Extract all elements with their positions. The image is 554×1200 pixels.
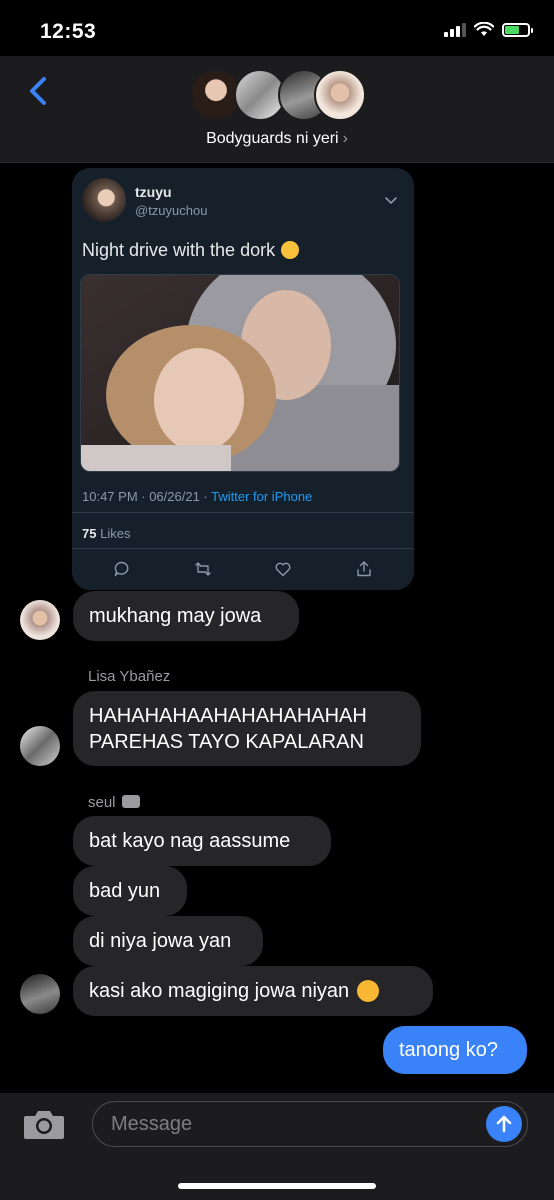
message-bubble[interactable]: kasi ako magiging jowa niyan: [73, 966, 433, 1016]
chevron-left-icon[interactable]: [22, 74, 56, 108]
arrow-up-icon: [496, 1115, 512, 1133]
message-bubble[interactable]: mukhang may jowa: [73, 591, 299, 641]
home-indicator: [178, 1183, 376, 1189]
message-bubble[interactable]: bat kayo nag aassume: [73, 816, 331, 866]
tweet-author-avatar: [82, 178, 126, 222]
smiling-face-with-hearts-emoji: [357, 980, 380, 1002]
tweet-timestamp: 10:47 PM · 06/26/21 · Twitter for iPhone: [82, 489, 313, 504]
divider: [72, 512, 414, 513]
tweet-actions: [72, 560, 414, 578]
status-time: 12:53: [40, 20, 97, 43]
group-avatars[interactable]: [190, 69, 370, 123]
group-avatar-4: [314, 69, 366, 121]
battery-charging-icon: [502, 22, 533, 37]
sender-name: Lisa Ybañez: [88, 668, 171, 685]
rolling-eyes-emoji: [281, 241, 300, 259]
tweet-text: Night drive with the dork: [82, 240, 300, 261]
send-button[interactable]: [486, 1106, 522, 1142]
chevron-right-icon: ›: [342, 130, 348, 147]
tweet-likes[interactable]: 75 Likes: [82, 526, 130, 541]
share-icon[interactable]: [355, 560, 373, 578]
message-bubble[interactable]: HAHAHAHAAHAHAHAHAHAH PAREHAS TAYO KAPALA…: [73, 691, 421, 766]
selfie-photo: [81, 275, 399, 471]
tweet-author-handle: @tzuyuchou: [135, 203, 208, 218]
message-bubble[interactable]: di niya jowa yan: [73, 916, 263, 966]
sender-name: seul: [88, 794, 140, 811]
tweet-author-name: tzuyu: [135, 184, 172, 200]
message-input[interactable]: [92, 1101, 528, 1147]
message-bubble-outgoing[interactable]: tanong ko?: [383, 1026, 527, 1074]
tweet-photo[interactable]: [80, 274, 400, 472]
reply-icon[interactable]: [113, 560, 131, 578]
group-name[interactable]: Bodyguards ni yeri ›: [0, 130, 554, 148]
tweet-source-link[interactable]: Twitter for iPhone: [211, 489, 312, 504]
wifi-icon: [474, 22, 494, 36]
sender-avatar[interactable]: [20, 726, 60, 766]
sender-avatar[interactable]: [20, 974, 60, 1014]
chevron-down-icon[interactable]: [384, 196, 398, 206]
camera-flash-emoji: [121, 795, 140, 808]
like-heart-icon[interactable]: [274, 560, 292, 578]
status-icons: [444, 22, 533, 37]
retweet-icon[interactable]: [194, 560, 212, 578]
camera-icon[interactable]: [22, 1106, 66, 1142]
message-bubble[interactable]: bad yun: [73, 866, 187, 916]
signal-icon: [444, 22, 466, 37]
sender-avatar[interactable]: [20, 600, 60, 640]
divider: [72, 548, 414, 549]
tweet-card[interactable]: tzuyu @tzuyuchou Night drive with the do…: [72, 168, 414, 590]
